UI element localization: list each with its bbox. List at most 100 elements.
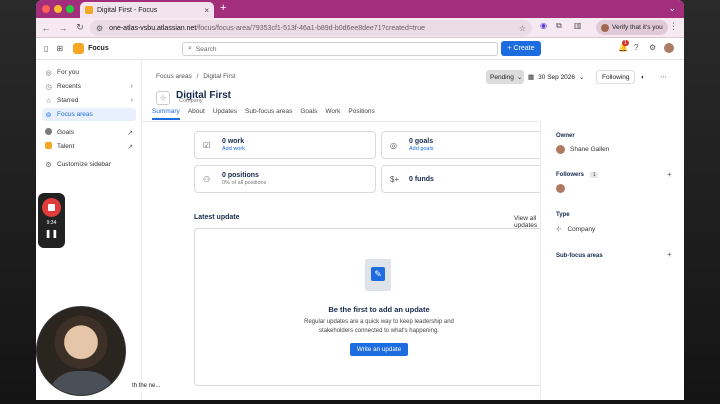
chevron-right-icon[interactable]: › [131, 83, 133, 90]
main-content: Focus areas / Digital First ⊹ Digital Fi… [142, 60, 563, 400]
verify-label: Verify that it's you [612, 24, 663, 31]
app-switcher-icon[interactable]: ⊞ [56, 44, 63, 53]
empty-state-description: Regular updates are a quick way to keep … [304, 319, 454, 334]
browser-tab[interactable]: Digital First - Focus × [80, 2, 214, 18]
activity-icon[interactable]: ◐ [641, 70, 645, 84]
sidebar-item-focus-areas[interactable]: ⊚ Focus areas [42, 108, 136, 121]
date-label: 30 Sep 2026 [538, 73, 576, 81]
add-goals-link[interactable]: Add goals [409, 146, 433, 152]
tab-updates[interactable]: Updates [213, 108, 237, 120]
address-bar[interactable]: ⚙ one-atlas-vsbu.atlassian.net /focus/fo… [90, 20, 532, 36]
browser-menu-icon[interactable]: ⋮ [669, 21, 678, 32]
empty-state-title: Be the first to add an update [328, 305, 430, 314]
search-input[interactable]: ⌕ Search [182, 42, 498, 56]
sidebar-item-recents[interactable]: ◷ Recents › [42, 80, 136, 93]
more-options-icon[interactable]: ⋯ [660, 70, 667, 84]
sidebar-item-label: Customize sidebar [57, 161, 111, 168]
focus-area-icon: ⊹ [156, 91, 170, 105]
goals-card[interactable]: ◎ 0 goals Add goals [381, 131, 563, 159]
forward-icon[interactable]: → [56, 23, 70, 33]
close-window-button[interactable] [42, 5, 50, 13]
chevron-right-icon[interactable]: › [131, 97, 133, 104]
sidebar-item-talent[interactable]: Talent ↗ [42, 140, 136, 153]
company-icon: ⊹ [556, 226, 562, 233]
verify-identity-chip[interactable]: Verify that it's you [596, 20, 668, 35]
funds-card[interactable]: $+ 0 funds [381, 165, 563, 193]
search-icon: ⌕ [188, 45, 192, 52]
sidebar-item-for-you[interactable]: ◎ For you [42, 66, 136, 79]
write-update-button[interactable]: Write an update [350, 343, 408, 356]
sidebar-item-customize[interactable]: ⚙ Customize sidebar [42, 158, 136, 171]
extension-icon[interactable]: ◉ [540, 21, 547, 30]
sidebar-item-label: Goals [57, 129, 74, 136]
pause-icon[interactable]: ❚❚ [38, 229, 65, 238]
reload-icon[interactable]: ↻ [73, 22, 87, 33]
browser-window: Digital First - Focus × + ⌄ ← → ↻ ⚙ one-… [36, 0, 684, 400]
sidebar-toggle-icon[interactable]: ▯ [44, 44, 48, 53]
help-icon[interactable]: ? [634, 43, 638, 52]
app-top-bar: ▯ ⊞ Focus ⌕ Search + Create 🔔 1 ? ⚙ [36, 38, 684, 60]
tab-sub-focus-areas[interactable]: Sub-focus areas [245, 108, 292, 120]
maximize-window-button[interactable] [66, 5, 74, 13]
work-checkbox-icon: ☑ [203, 140, 211, 150]
site-info-icon[interactable]: ⚙ [96, 24, 103, 33]
work-card[interactable]: ☑ 0 work Add work [194, 131, 376, 159]
sidebar-item-goals[interactable]: Goals ↗ [42, 126, 136, 139]
add-work-link[interactable]: Add work [222, 146, 245, 152]
sidebar-item-starred[interactable]: ☆ Starred › [42, 94, 136, 107]
following-button[interactable]: Following [596, 70, 636, 84]
user-avatar[interactable] [664, 43, 674, 53]
latest-update-empty-state: ✎ Be the first to add an update Regular … [194, 228, 562, 386]
focus-favicon-icon [85, 6, 93, 14]
focus-areas-icon: ⊚ [45, 111, 52, 119]
add-follower-icon[interactable]: + [667, 170, 672, 179]
external-link-icon[interactable]: ↗ [127, 129, 133, 137]
webcam-person [47, 371, 117, 395]
side-panel-icon[interactable]: ▥ [574, 21, 582, 30]
goals-icon [44, 128, 53, 137]
external-link-icon[interactable]: ↗ [127, 143, 133, 151]
url-host: one-atlas-vsbu.atlassian.net [109, 24, 197, 32]
close-tab-icon[interactable]: × [204, 6, 209, 15]
tab-work[interactable]: Work [325, 108, 340, 120]
create-button[interactable]: + Create [501, 41, 541, 56]
positions-card[interactable]: ⚇ 0 positions 0% of all positions [194, 165, 376, 193]
breadcrumb-digital-first[interactable]: Digital First [203, 73, 236, 80]
notification-count-badge: 1 [622, 40, 629, 46]
type-label: Type [556, 212, 570, 218]
view-all-updates-link[interactable]: View all updates [514, 215, 538, 229]
extensions-puzzle-icon[interactable]: ⧉ [556, 21, 562, 31]
customize-icon: ⚙ [45, 161, 52, 169]
tab-search-icon[interactable]: ⌄ [668, 3, 676, 14]
breadcrumb-focus-areas[interactable]: Focus areas [156, 73, 192, 80]
focus-logo-icon[interactable] [73, 43, 85, 54]
tab-positions[interactable]: Positions [348, 108, 374, 120]
tab-about[interactable]: About [188, 108, 205, 120]
tab-summary[interactable]: Summary [152, 108, 180, 120]
app-name[interactable]: Focus [88, 45, 109, 52]
bookmark-star-icon[interactable]: ☆ [519, 24, 526, 33]
type-value: ⊹ Company [556, 225, 595, 234]
tab-divider [142, 121, 538, 122]
sub-focus-areas-label: Sub-focus areas [556, 253, 603, 259]
dollar-icon: $+ [390, 174, 400, 184]
back-icon[interactable]: ← [39, 23, 53, 33]
tab-goals[interactable]: Goals [300, 108, 317, 120]
star-icon: ☆ [45, 97, 52, 105]
status-dropdown[interactable]: Pending ⌄ [486, 70, 524, 84]
owner-value[interactable]: Shane Gallen [556, 145, 609, 154]
browser-tab-strip: Digital First - Focus × + ⌄ [36, 0, 684, 18]
work-count: 0 work [222, 138, 245, 145]
chevron-down-icon: ⌄ [516, 74, 523, 81]
followers-label-text: Followers [556, 172, 585, 178]
stop-recording-button[interactable] [42, 198, 61, 217]
sidebar-item-label: Focus areas [57, 111, 93, 118]
new-tab-button[interactable]: + [220, 2, 226, 14]
date-picker[interactable]: ▦ 30 Sep 2026 ⌄ [528, 70, 584, 84]
follower-avatars[interactable] [556, 184, 570, 193]
add-sub-focus-area-icon[interactable]: + [667, 250, 672, 259]
settings-gear-icon[interactable]: ⚙ [649, 43, 656, 52]
page-tabs: Summary About Updates Sub-focus areas Go… [152, 108, 383, 120]
owner-name: Shane Gallen [570, 146, 610, 153]
minimize-window-button[interactable] [54, 5, 62, 13]
